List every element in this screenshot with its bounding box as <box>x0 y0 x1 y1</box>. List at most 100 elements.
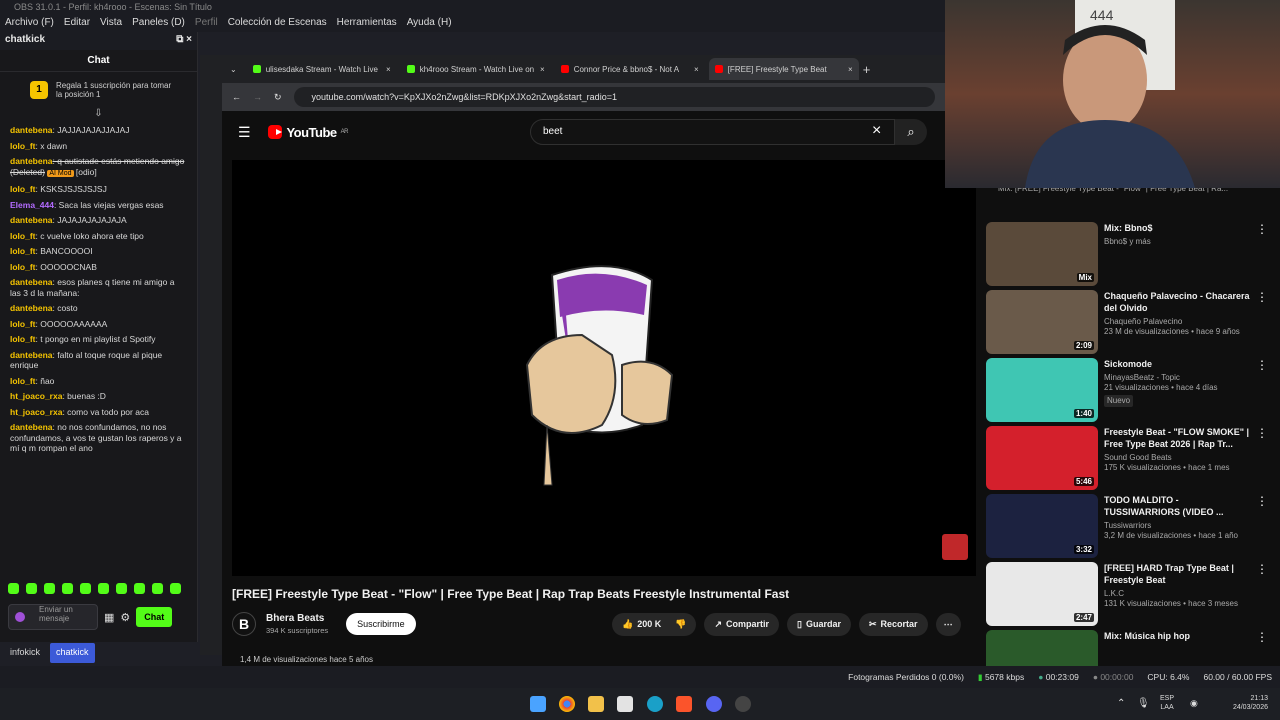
more-options-icon[interactable]: ⋮ <box>1256 222 1268 286</box>
related-title[interactable]: Mix: Música hip hop <box>1104 630 1250 642</box>
clip-button[interactable]: ✂ Recortar <box>859 612 928 636</box>
related-video[interactable]: 1:40 Sickomode MinayasBeatz - Topic 21 visu… <box>986 358 1268 422</box>
youtube-logo[interactable]: YouTube AR <box>268 124 349 140</box>
chat-username[interactable]: dantebena <box>10 156 53 166</box>
menu-herramientas[interactable]: Herramientas <box>332 14 402 32</box>
chat-username[interactable]: lolo_ft <box>10 319 36 329</box>
chat-username[interactable]: dantebena <box>10 350 53 360</box>
chat-username[interactable]: lolo_ft <box>10 141 36 151</box>
related-title[interactable]: [FREE] HARD Trap Type Beat | Freestyle B… <box>1104 562 1250 586</box>
gift-icon[interactable]: ▦ <box>104 611 114 624</box>
related-title[interactable]: Sickomode <box>1104 358 1250 370</box>
menu-ayuda[interactable]: Ayuda (H) <box>402 14 457 32</box>
mic-icon[interactable]: 🎙 <box>1137 698 1150 709</box>
more-options-icon[interactable]: ⋮ <box>1256 290 1268 354</box>
search-icon[interactable]: ⌕ <box>895 119 927 145</box>
share-button[interactable]: ↗ Compartir <box>704 612 780 636</box>
tab-close-icon[interactable]: × <box>540 65 545 74</box>
brave-icon[interactable] <box>676 696 692 712</box>
menu-perfil[interactable]: Perfil <box>190 14 223 32</box>
more-actions-button[interactable]: ⋯ <box>935 612 961 636</box>
chat-username[interactable]: ht_joaco_rxa <box>10 391 62 401</box>
discord-icon[interactable] <box>706 696 722 712</box>
browser-tab[interactable]: kh4rooo Stream - Watch Live on × <box>401 58 551 80</box>
tab-close-icon[interactable]: × <box>386 65 391 74</box>
file-explorer-icon[interactable] <box>588 696 604 712</box>
menu-icon[interactable]: ☰ <box>238 124 251 141</box>
chat-username[interactable]: lolo_ft <box>10 334 36 344</box>
video-thumbnail[interactable]: 1:40 <box>986 358 1098 422</box>
channel-name[interactable]: Bhera Beats <box>266 613 328 624</box>
float-icon[interactable]: ⧉ <box>176 34 183 45</box>
tab-infokick[interactable]: infokick <box>4 643 46 663</box>
browser-tab[interactable]: ulisesdaka Stream - Watch Live × <box>247 58 397 80</box>
subscribe-button[interactable]: Suscribirme <box>346 613 416 635</box>
emote-picker-icon[interactable] <box>15 612 25 622</box>
tab-close-icon[interactable]: × <box>694 65 699 74</box>
browser-tab[interactable]: [FREE] Freestyle Type Beat × <box>708 58 859 80</box>
save-button[interactable]: ▯ Guardar <box>787 612 851 636</box>
video-thumbnail[interactable]: Mix <box>986 222 1098 286</box>
chat-username[interactable]: lolo_ft <box>10 262 36 272</box>
menu-vista[interactable]: Vista <box>95 14 127 32</box>
emote-icon[interactable] <box>170 583 181 594</box>
video-thumbnail[interactable]: 3:32 <box>986 494 1098 558</box>
related-title[interactable]: TODO MALDITO - TUSSIWARRIORS (VIDEO ... <box>1104 494 1250 518</box>
chat-username[interactable]: lolo_ft <box>10 184 36 194</box>
edge-icon[interactable] <box>647 696 663 712</box>
related-video[interactable]: Mix Mix: Bbno$ Bbno$ y más ⋮ <box>986 222 1268 286</box>
more-options-icon[interactable]: ⋮ <box>1256 562 1268 626</box>
menu-editar[interactable]: Editar <box>59 14 95 32</box>
more-options-icon[interactable]: ⋮ <box>1256 426 1268 490</box>
related-channel[interactable]: Bbno$ y más <box>1104 237 1250 247</box>
related-channel[interactable]: Tussiwarriors <box>1104 521 1250 531</box>
menu-paneles[interactable]: Paneles (D) <box>127 14 190 32</box>
emote-icon[interactable] <box>8 583 19 594</box>
chat-username[interactable]: dantebena <box>10 277 53 287</box>
emote-icon[interactable] <box>26 583 37 594</box>
menu-coleccion[interactable]: Colección de Escenas <box>223 14 332 32</box>
emote-icon[interactable] <box>134 583 145 594</box>
chat-input[interactable]: Enviar un mensaje <box>8 604 98 630</box>
channel-watermark-icon[interactable] <box>942 534 968 560</box>
scroll-down-icon[interactable]: ⇩ <box>0 108 197 120</box>
related-channel[interactable]: Sound Good Beats <box>1104 453 1250 463</box>
chat-username[interactable]: lolo_ft <box>10 231 36 241</box>
gift-promo[interactable]: 1 Regala 1 suscripción para tomar la pos… <box>0 72 197 108</box>
like-button[interactable]: 👍 200 K 👎 <box>612 612 697 636</box>
tab-search-icon[interactable]: ⌄ <box>230 65 237 74</box>
menu-archivo[interactable]: Archivo (F) <box>0 14 59 32</box>
store-icon[interactable] <box>617 696 633 712</box>
related-channel[interactable]: Chaqueño Palavecino <box>1104 317 1250 327</box>
related-title[interactable]: Freestyle Beat - "FLOW SMOKE" | Free Typ… <box>1104 426 1250 450</box>
clear-search-icon[interactable]: × <box>872 122 881 140</box>
settings-icon[interactable]: ⚙ <box>120 611 130 624</box>
related-video[interactable]: 2:09 Chaqueño Palavecino - Chacarera del … <box>986 290 1268 354</box>
related-video[interactable]: 3:32 TODO MALDITO - TUSSIWARRIORS (VIDEO … <box>986 494 1268 558</box>
emote-icon[interactable] <box>80 583 91 594</box>
video-thumbnail[interactable]: 2:47 <box>986 562 1098 626</box>
related-channel[interactable]: MinayasBeatz - Topic <box>1104 373 1250 383</box>
reload-icon[interactable]: ↻ <box>274 92 282 103</box>
forward-icon[interactable]: → <box>253 92 262 102</box>
chat-username[interactable]: dantebena <box>10 125 53 135</box>
chat-username[interactable]: dantebena <box>10 215 53 225</box>
emote-icon[interactable] <box>44 583 55 594</box>
network-icon[interactable]: ◉ <box>1190 698 1198 709</box>
more-options-icon[interactable]: ⋮ <box>1256 494 1268 558</box>
back-icon[interactable]: ← <box>232 92 241 102</box>
related-video[interactable]: 2:47 [FREE] HARD Trap Type Beat | Freesty… <box>986 562 1268 626</box>
video-thumbnail[interactable]: 2:09 <box>986 290 1098 354</box>
chat-username[interactable]: lolo_ft <box>10 376 36 386</box>
browser-tab[interactable]: Connor Price & bbno$ - Not A × <box>555 58 705 80</box>
related-channel[interactable]: L.K.C <box>1104 589 1250 599</box>
related-title[interactable]: Mix: Bbno$ <box>1104 222 1250 234</box>
related-video[interactable]: 5:46 Freestyle Beat - "FLOW SMOKE" | Free… <box>986 426 1268 490</box>
emote-icon[interactable] <box>98 583 109 594</box>
chat-username[interactable]: dantebena <box>10 422 53 432</box>
chat-username[interactable]: ht_joaco_rxa <box>10 407 62 417</box>
thumbs-down-icon[interactable]: 👎 <box>675 619 686 630</box>
windows-start-icon[interactable] <box>530 696 546 712</box>
obs-icon[interactable] <box>735 696 751 712</box>
tray-chevron-icon[interactable]: ⌃ <box>1117 698 1125 709</box>
